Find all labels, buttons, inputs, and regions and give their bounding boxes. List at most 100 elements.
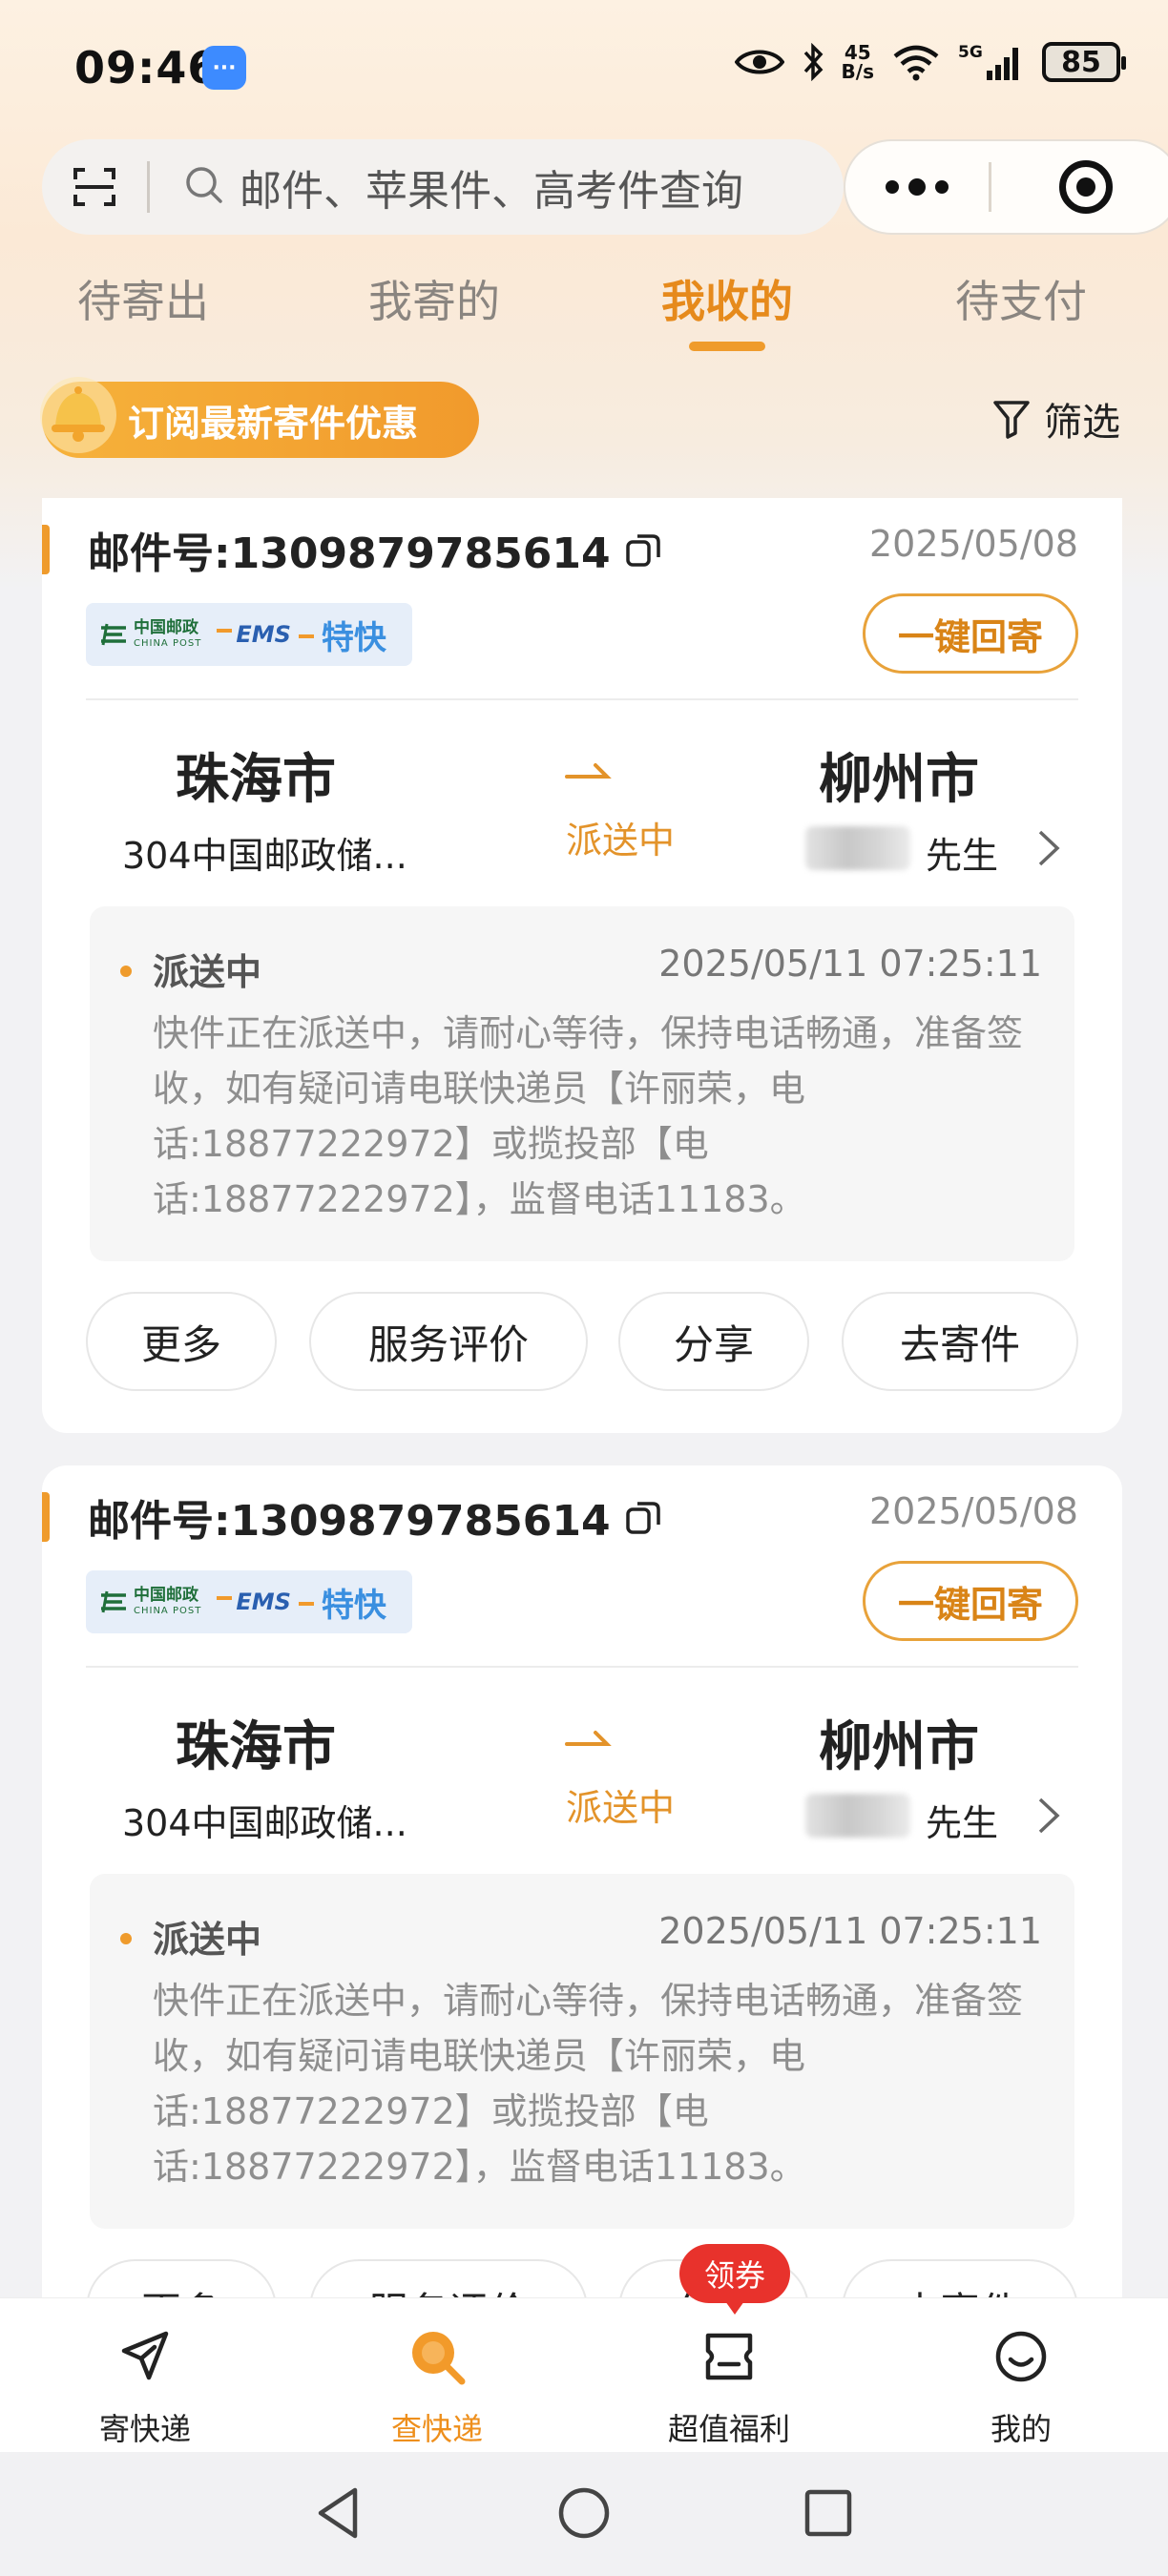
recipient-name: 先生 bbox=[926, 1802, 999, 1844]
active-tab-indicator bbox=[689, 342, 765, 351]
system-navigation-bar bbox=[0, 2452, 1168, 2576]
carrier-cn: 中国邮政 bbox=[134, 618, 198, 637]
coupon-icon bbox=[643, 2323, 815, 2390]
service-review-button[interactable]: 服务评价 bbox=[309, 1292, 588, 1391]
eye-icon bbox=[734, 47, 784, 77]
from-city: 珠海市 bbox=[176, 1716, 336, 1778]
paper-plane-icon bbox=[59, 2323, 231, 2390]
carrier-cn: 中国邮政 bbox=[134, 1586, 198, 1605]
home-icon[interactable] bbox=[555, 2484, 613, 2542]
to-city: 柳州市 bbox=[819, 1716, 979, 1778]
back-icon[interactable] bbox=[311, 2484, 368, 2542]
china-post-logo: 中国邮政 CHINA POST bbox=[99, 1588, 201, 1616]
china-post-logo: 中国邮政 CHINA POST bbox=[99, 620, 201, 649]
nav-label: 超值福利 bbox=[667, 2411, 790, 2447]
tab-sent[interactable]: 我寄的 bbox=[339, 267, 530, 330]
search-input[interactable]: 邮件、苹果件、高考件查询 bbox=[240, 156, 743, 218]
recipient-name: 先生 bbox=[926, 835, 999, 877]
nav-label: 我的 bbox=[990, 2411, 1052, 2447]
svg-text:5G: 5G bbox=[958, 43, 983, 62]
subscribe-label: 订阅最新寄件优惠 bbox=[128, 402, 419, 445]
card-date: 2025/05/08 bbox=[868, 1490, 1078, 1532]
tab-received[interactable]: 我收的 bbox=[632, 267, 823, 330]
route-status: 派送中 bbox=[565, 820, 675, 862]
search-icon bbox=[184, 165, 224, 209]
copy-icon[interactable] bbox=[624, 530, 662, 569]
carrier-badge: 中国邮政 CHINA POST EMS 特快 bbox=[86, 1570, 412, 1633]
tab-to-pay[interactable]: 待支付 bbox=[926, 267, 1116, 330]
more-button[interactable] bbox=[845, 178, 989, 196]
subscribe-promo-button[interactable]: 订阅最新寄件优惠 bbox=[40, 377, 479, 458]
shipment-card[interactable]: 邮件号:1309879785614 2025/05/08 中国邮政 CHINA P… bbox=[42, 1465, 1122, 2420]
nav-label: 查快递 bbox=[390, 2411, 483, 2447]
tracking-time: 2025/05/11 07:25:11 bbox=[658, 943, 1042, 985]
bottom-navigation: 寄快递 查快递 超值福利 我的 bbox=[0, 2297, 1168, 2452]
card-divider bbox=[86, 698, 1078, 700]
recipient-name-blurred bbox=[805, 826, 910, 870]
go-send-button[interactable]: 去寄件 bbox=[842, 1292, 1078, 1391]
search-box[interactable]: 邮件、苹果件、高考件查询 bbox=[42, 139, 844, 235]
signal-icon: 5G bbox=[958, 42, 1025, 82]
nav-mine[interactable]: 我的 bbox=[935, 2323, 1107, 2449]
mail-number-text: 邮件号:1309879785614 bbox=[88, 1497, 611, 1546]
miniprogram-capsule bbox=[844, 139, 1168, 235]
nav-benefits[interactable]: 超值福利 bbox=[643, 2323, 815, 2449]
mail-number-text: 邮件号:1309879785614 bbox=[88, 530, 611, 578]
tracking-status: 派送中 bbox=[153, 951, 262, 993]
recent-apps-icon[interactable] bbox=[800, 2484, 857, 2542]
share-button[interactable]: 分享 bbox=[618, 1292, 809, 1391]
chevron-right-icon[interactable] bbox=[1034, 824, 1063, 872]
carrier-en: CHINA POST bbox=[134, 1606, 202, 1616]
search-row: 邮件、苹果件、高考件查询 bbox=[42, 139, 1168, 235]
nav-track-express[interactable]: 查快递 bbox=[351, 2323, 523, 2449]
close-miniprogram-button[interactable] bbox=[991, 160, 1168, 214]
status-bar: 09:46 ··· 45 B/s 5G 85 bbox=[0, 0, 1168, 134]
filter-icon bbox=[993, 401, 1030, 439]
card-date: 2025/05/08 bbox=[868, 523, 1078, 565]
mail-number: 邮件号:1309879785614 bbox=[88, 519, 662, 580]
chevron-right-icon[interactable] bbox=[1034, 1792, 1063, 1839]
search-separator bbox=[147, 161, 150, 213]
from-address: 304中国邮政储... bbox=[122, 1802, 407, 1844]
coupon-badge[interactable]: 领券 bbox=[679, 2244, 790, 2315]
search-icon bbox=[351, 2323, 523, 2390]
card-accent-bar bbox=[42, 1492, 50, 1542]
service-type: 特快 bbox=[321, 1586, 386, 1625]
to-city: 柳州市 bbox=[819, 749, 979, 811]
tracking-dot bbox=[120, 966, 132, 977]
wifi-icon bbox=[891, 43, 941, 81]
tracking-detail: 快件正在派送中，请耐心等待，保持电话畅通，准备签收，如有疑问请电联快递员【许丽荣… bbox=[153, 1980, 1024, 2188]
smile-icon bbox=[935, 2323, 1107, 2390]
from-city: 珠海市 bbox=[176, 749, 336, 811]
tab-to-send[interactable]: 待寄出 bbox=[48, 267, 239, 330]
recipient-name-blurred bbox=[805, 1794, 910, 1838]
resend-button[interactable]: 一键回寄 bbox=[863, 1561, 1078, 1641]
tracking-dot bbox=[120, 1933, 132, 1944]
ems-logo: EMS bbox=[217, 1589, 314, 1615]
bluetooth-icon bbox=[802, 43, 824, 81]
carrier-badge: 中国邮政 CHINA POST EMS 特快 bbox=[86, 603, 412, 666]
more-action-button[interactable]: 更多 bbox=[86, 1292, 277, 1391]
from-address: 304中国邮政储... bbox=[122, 835, 407, 877]
tracking-status: 派送中 bbox=[153, 1919, 262, 1961]
route-arrow-icon bbox=[565, 1731, 612, 1746]
shipment-card[interactable]: 邮件号:1309879785614 2025/05/08 中国邮政 CHINA P… bbox=[42, 498, 1122, 1433]
filter-button[interactable]: 筛选 bbox=[992, 391, 1120, 447]
target-icon bbox=[1058, 160, 1113, 214]
route-arrow-icon bbox=[565, 763, 612, 779]
carrier-en: CHINA POST bbox=[134, 638, 202, 649]
battery-level: 85 bbox=[1061, 45, 1101, 79]
copy-icon[interactable] bbox=[624, 1498, 662, 1536]
speed-unit: B/s bbox=[841, 60, 874, 83]
scan-icon bbox=[73, 168, 115, 206]
nav-send-express[interactable]: 寄快递 bbox=[59, 2323, 231, 2449]
mail-number: 邮件号:1309879785614 bbox=[88, 1486, 662, 1548]
resend-button[interactable]: 一键回寄 bbox=[863, 593, 1078, 674]
ems-logo: EMS bbox=[217, 621, 314, 648]
scan-button[interactable] bbox=[42, 139, 147, 235]
status-icons: 45 B/s 5G 85 bbox=[734, 42, 1126, 83]
bell-icon bbox=[34, 369, 122, 457]
tracking-info[interactable]: 派送中 2025/05/11 07:25:11 快件正在派送中，请耐心等待，保持… bbox=[90, 906, 1074, 1261]
tracking-info[interactable]: 派送中 2025/05/11 07:25:11 快件正在派送中，请耐心等待，保持… bbox=[90, 1874, 1074, 2229]
tracking-detail: 快件正在派送中，请耐心等待，保持电话畅通，准备签收，如有疑问请电联快递员【许丽荣… bbox=[153, 1012, 1024, 1220]
